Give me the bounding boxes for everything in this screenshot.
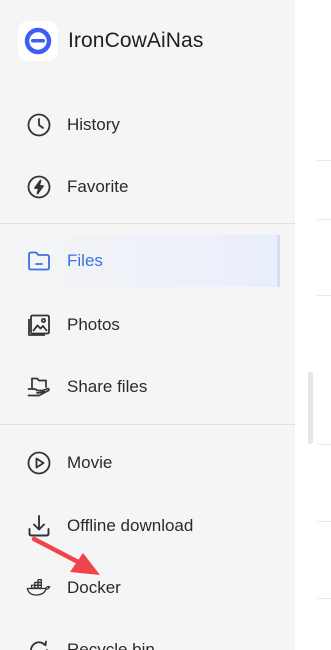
row-divider [317, 444, 331, 445]
share-files-icon [26, 374, 52, 400]
sidebar-item-photos[interactable]: Photos [0, 299, 280, 351]
recycle-bin-icon [26, 637, 52, 650]
sidebar-item-favorite[interactable]: Favorite [0, 161, 280, 213]
docker-icon [26, 575, 52, 601]
sidebar-item-history[interactable]: History [0, 99, 280, 151]
sidebar: IronCowAiNas History Favorite Files Phot… [0, 0, 295, 650]
sidebar-item-docker[interactable]: Docker [0, 562, 280, 614]
row-divider [317, 160, 331, 161]
row-divider [317, 295, 331, 296]
scrollbar-thumb[interactable] [308, 372, 313, 444]
folder-icon [26, 248, 52, 274]
divider [0, 223, 295, 224]
app-title: IronCowAiNas [68, 29, 204, 52]
sidebar-item-label: Files [67, 251, 103, 270]
row-divider [317, 598, 331, 599]
main-content-edge [295, 0, 331, 650]
sidebar-item-recycle-bin[interactable]: Recycle bin [0, 624, 280, 650]
sidebar-item-files[interactable]: Files [0, 235, 280, 287]
app-header: IronCowAiNas [18, 20, 203, 62]
favorite-icon [26, 174, 52, 200]
sidebar-item-label: Share files [67, 377, 148, 396]
sidebar-item-label: Recycle bin [67, 640, 155, 650]
sidebar-item-label: Photos [67, 315, 120, 334]
app-logo-icon [18, 21, 58, 61]
divider [0, 424, 295, 425]
sidebar-item-label: Movie [67, 453, 113, 472]
row-divider [317, 219, 331, 220]
sidebar-item-offline-download[interactable]: Offline download [0, 500, 280, 552]
photos-icon [26, 312, 52, 338]
download-icon [26, 513, 52, 539]
movie-icon [26, 450, 52, 476]
sidebar-item-label: History [67, 115, 120, 134]
sidebar-item-share-files[interactable]: Share files [0, 361, 280, 413]
history-icon [26, 112, 52, 138]
sidebar-item-label: Offline download [67, 516, 194, 535]
sidebar-item-movie[interactable]: Movie [0, 437, 280, 489]
row-divider [317, 521, 331, 522]
sidebar-item-label: Favorite [67, 177, 129, 196]
sidebar-item-label: Docker [67, 578, 121, 597]
